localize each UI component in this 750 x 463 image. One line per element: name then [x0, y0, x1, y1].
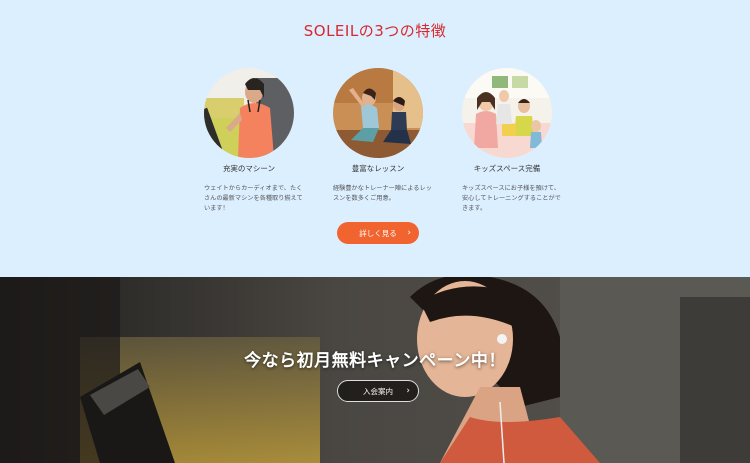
chevron-right-icon: › — [407, 228, 411, 238]
feature-item-lessons: 豊富なレッスン 経験豊かなトレーナー陣によるレッスンを数多くご用意。 — [333, 68, 453, 204]
more-details-button[interactable]: 詳しく見る › — [337, 222, 419, 244]
features-section: SOLEILの3つの特徴 充実のマシーン ウェイトからカーディオまで、たくさんの… — [0, 0, 750, 277]
feature-item-kids-space: キッズスペース完備 キッズスペースにお子様を預けて、安心してトレーニングすること… — [462, 68, 582, 214]
campaign-title: 今なら初月無料キャンペーン中！ — [244, 351, 506, 371]
feature-image-machines — [204, 68, 294, 158]
features-title: SOLEILの3つの特徴 — [303, 22, 447, 40]
chevron-right-icon: › — [406, 386, 410, 396]
feature-image-lessons — [333, 68, 423, 158]
feature-image-kids-space — [462, 68, 552, 158]
feature-description: キッズスペースにお子様を預けて、安心してトレーニングすることができます。 — [462, 185, 561, 212]
membership-info-label: 入会案内 — [363, 386, 393, 396]
feature-description: 経験豊かなトレーナー陣によるレッスンを数多くご用意。 — [333, 185, 432, 202]
more-details-label: 詳しく見る — [359, 228, 397, 238]
feature-description: ウェイトからカーディオまで、たくさんの最新マシンを各種取り揃えています！ — [204, 185, 303, 212]
membership-info-button[interactable]: 入会案内 › — [337, 380, 419, 402]
campaign-banner: 今なら初月無料キャンペーン中！ 入会案内 › — [0, 277, 750, 463]
feature-name: 充実のマシーン — [222, 164, 276, 173]
feature-name: 豊富なレッスン — [351, 164, 405, 173]
feature-item-machines: 充実のマシーン ウェイトからカーディオまで、たくさんの最新マシンを各種取り揃えて… — [204, 68, 324, 214]
feature-name: キッズスペース完備 — [473, 164, 541, 173]
